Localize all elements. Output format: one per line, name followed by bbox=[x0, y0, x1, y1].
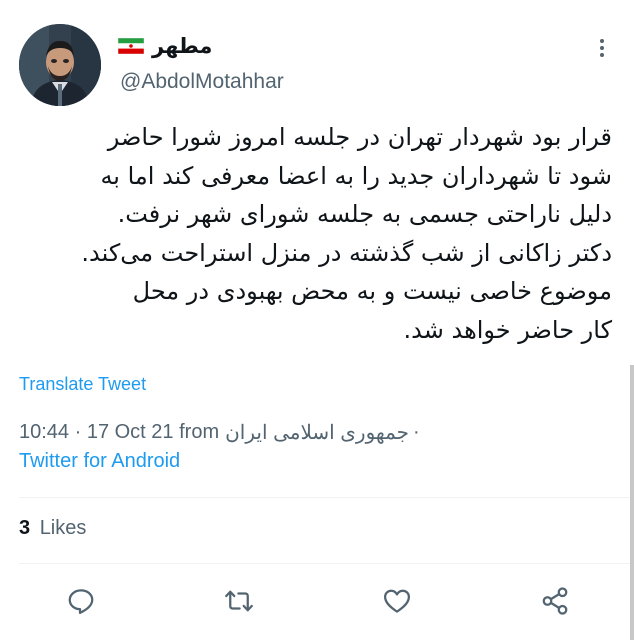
avatar[interactable] bbox=[19, 24, 101, 106]
meta-separator: · bbox=[413, 421, 420, 443]
tweet-text: قرار بود شهردار تهران در جلسه امروز شورا… bbox=[12, 118, 612, 349]
scrollbar[interactable] bbox=[630, 365, 634, 640]
display-name[interactable]: مطهر bbox=[152, 35, 212, 57]
share-icon[interactable] bbox=[540, 586, 570, 616]
user-handle[interactable]: @AbdolMotahhar bbox=[120, 70, 284, 94]
tweet-source-link[interactable]: Twitter for Android bbox=[19, 450, 180, 473]
tweet-text-line: دلیل ناراحتی جسمی به جلسه شورای شهر نرفت… bbox=[117, 200, 612, 228]
divider bbox=[19, 563, 634, 564]
divider bbox=[19, 497, 634, 498]
more-options-icon[interactable] bbox=[590, 36, 614, 60]
retweet-icon[interactable] bbox=[224, 586, 254, 616]
tweet-text-line: شود تا شهرداران جدید را به اعضا معرفی کن… bbox=[100, 161, 612, 190]
reply-icon[interactable] bbox=[66, 586, 96, 616]
tweet-meta: 10:44 · 17 Oct 21 from جمهوری اسلامی ایر… bbox=[19, 420, 420, 445]
iran-flag-icon bbox=[118, 38, 144, 54]
tweet-text-line: موضوع خاصی نیست و به محض بهبودی در محل bbox=[132, 277, 612, 305]
translate-tweet-link[interactable]: Translate Tweet bbox=[19, 374, 146, 395]
like-icon[interactable] bbox=[382, 586, 412, 616]
tweet-time[interactable]: 10:44 · 17 Oct 21 from bbox=[19, 421, 219, 444]
author-name-row: مطهر bbox=[118, 30, 212, 62]
tweet-text-line: دکتر زاکانی از شب گذشته در منزل استراحت … bbox=[81, 238, 612, 267]
tweet-text-line: قرار بود شهردار تهران در جلسه امروز شورا… bbox=[107, 123, 612, 151]
likes-count: 3 bbox=[19, 517, 31, 539]
likes-stat[interactable]: 3 Likes bbox=[19, 517, 86, 540]
likes-label: Likes bbox=[39, 517, 87, 539]
tweet-text-line: کار حاضر خواهد شد. bbox=[403, 315, 612, 344]
tweet-location[interactable]: جمهوری اسلامی ایران bbox=[225, 420, 409, 445]
